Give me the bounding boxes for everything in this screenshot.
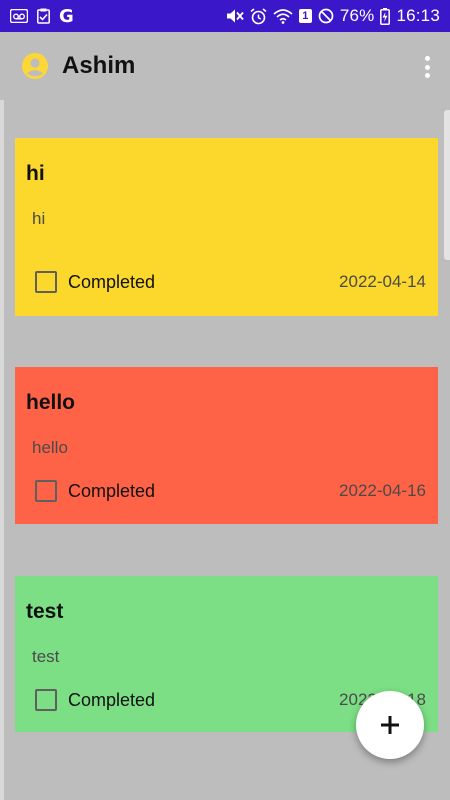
- note-title: test: [26, 600, 64, 623]
- completed-checkbox[interactable]: [35, 480, 57, 502]
- clipboard-check-icon: [37, 8, 50, 24]
- status-time: 16:13: [396, 6, 440, 25]
- note-card[interactable]: hello hello Completed 2022-04-16: [15, 367, 438, 524]
- scrollbar[interactable]: [444, 110, 450, 260]
- mute-icon: [226, 8, 244, 24]
- note-date: 2022-04-14: [339, 272, 426, 291]
- list-left-edge: [0, 100, 4, 800]
- google-g-icon: G: [59, 5, 74, 27]
- add-note-button[interactable]: [356, 691, 424, 759]
- note-title: hi: [26, 162, 45, 185]
- do-not-disturb-icon: [318, 8, 334, 24]
- note-card[interactable]: hi hi Completed 2022-04-14: [15, 138, 438, 316]
- note-body: hello: [32, 438, 68, 457]
- status-left-icons: G: [10, 6, 74, 27]
- completed-label[interactable]: Completed: [68, 481, 155, 502]
- sim-1-icon: 1: [298, 9, 312, 23]
- note-footer: Completed 2022-04-14: [35, 271, 426, 293]
- completed-checkbox[interactable]: [35, 689, 57, 711]
- note-date: 2022-04-16: [339, 481, 426, 500]
- completed-checkbox[interactable]: [35, 271, 57, 293]
- status-bar: G 1 76% 16:13: [0, 0, 450, 32]
- page-title: Ashim: [62, 52, 136, 79]
- note-body: test: [32, 647, 60, 666]
- account-circle-icon[interactable]: [22, 53, 48, 79]
- app-bar: Ashim: [0, 32, 450, 100]
- more-vert-icon[interactable]: [418, 54, 436, 80]
- voicemail-icon: [10, 9, 28, 23]
- alarm-icon: [250, 7, 267, 25]
- plus-icon: [381, 716, 399, 734]
- note-title: hello: [26, 391, 76, 414]
- wifi-icon: [273, 8, 293, 24]
- status-right-icons: 1 76% 16:13: [226, 6, 440, 26]
- completed-label[interactable]: Completed: [68, 690, 155, 711]
- battery-percent: 76%: [339, 6, 375, 25]
- completed-label[interactable]: Completed: [68, 272, 155, 293]
- battery-charging-icon: [380, 7, 391, 25]
- note-footer: Completed 2022-04-16: [35, 480, 426, 502]
- note-body: hi: [32, 209, 46, 228]
